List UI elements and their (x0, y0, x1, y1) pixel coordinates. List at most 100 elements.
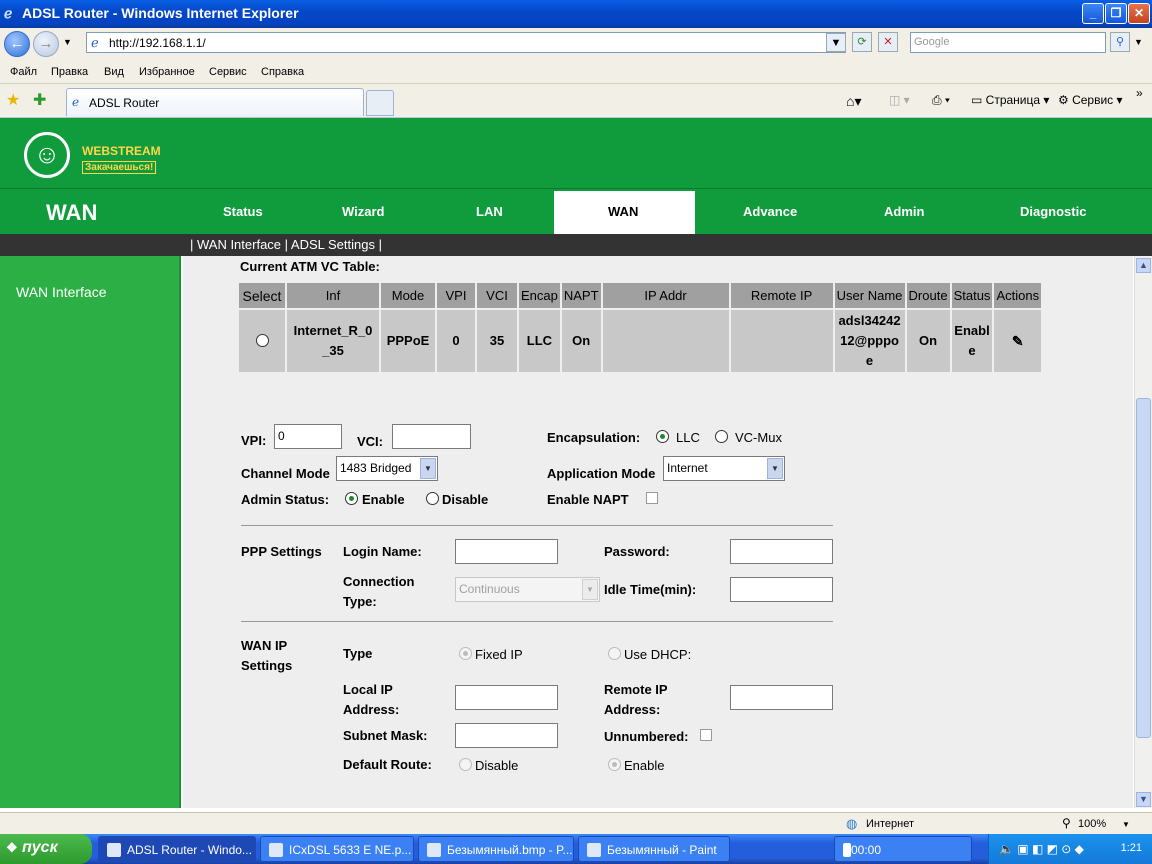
task-adsl-router[interactable]: ADSL Router - Windo... (98, 836, 256, 862)
search-input[interactable]: Google (910, 32, 1106, 53)
vpi-value: 0 (278, 429, 285, 443)
task-icxdsl[interactable]: ICxDSL 5633 E NE.p... (260, 836, 414, 862)
unnumbered-label: Unnumbered: (604, 729, 689, 744)
nav-wan-label: WAN (608, 204, 639, 219)
menu-file[interactable]: Файл (10, 66, 37, 78)
scroll-down-icon[interactable]: ▼ (1136, 792, 1151, 807)
row-select-radio[interactable] (255, 334, 269, 347)
scroll-up-icon[interactable]: ▲ (1136, 258, 1151, 273)
address-dropdown-icon[interactable]: ▼ (826, 33, 846, 52)
cell-encap: LLC (519, 310, 560, 372)
nav-advance[interactable]: Advance (743, 204, 797, 219)
password-input[interactable] (730, 539, 833, 564)
menu-favorites[interactable]: Избранное (139, 66, 195, 78)
vpi-input[interactable]: 0 (274, 424, 342, 449)
feeds-icon[interactable]: ◫ ▾ (889, 93, 910, 107)
use-dhcp-label: Use DHCP: (624, 647, 692, 662)
task-clock[interactable]: 00:00 (834, 836, 972, 862)
login-name-input[interactable] (455, 539, 558, 564)
col-vci: VCI (477, 283, 517, 308)
encap-vcmux-radio[interactable] (715, 430, 728, 443)
default-route-disable-radio[interactable] (459, 758, 472, 771)
remote-ip-input[interactable] (730, 685, 833, 710)
taskbar: ❖ пуск ADSL Router - Windo... ICxDSL 563… (0, 834, 1152, 864)
menu-view[interactable]: Вид (104, 66, 124, 78)
menu-tools[interactable]: Сервис (209, 66, 247, 78)
windows-flag-icon: ❖ (6, 840, 18, 855)
page-menu[interactable]: ▭ Страница ▾ (971, 93, 1049, 107)
stop-icon[interactable]: ✕ (878, 32, 898, 52)
divider (241, 621, 833, 622)
history-dropdown-icon[interactable]: ▼ (63, 37, 72, 47)
encap-llc-label: LLC (676, 430, 700, 445)
maximize-button[interactable]: ❐ (1105, 3, 1127, 24)
cell-status: Enable (951, 310, 993, 372)
search-options-icon[interactable]: ▼ (1134, 37, 1143, 47)
idle-time-input[interactable] (730, 577, 833, 602)
sidebar-item-wan-interface[interactable]: WAN Interface (16, 284, 107, 300)
tab-adsl-router[interactable]: ℯ ADSL Router (66, 88, 364, 116)
cell-vci: 35 (477, 310, 517, 372)
start-button[interactable]: ❖ пуск (0, 834, 92, 864)
zoom-icon[interactable]: ⚲ (1062, 816, 1071, 830)
channel-mode-select[interactable]: 1483 Bridged ▼ (336, 456, 438, 481)
use-dhcp-radio[interactable] (608, 647, 621, 660)
col-napt: NAPT (561, 283, 601, 308)
nav-lan[interactable]: LAN (476, 204, 503, 219)
default-route-enable-radio[interactable] (608, 758, 621, 771)
chevron-down-icon: ▼ (420, 458, 436, 479)
refresh-icon[interactable]: ⟳ (852, 32, 872, 52)
back-button[interactable]: ← (4, 31, 30, 57)
sub-nav-links[interactable]: | WAN Interface | ADSL Settings | (190, 237, 382, 252)
local-ip-input[interactable] (455, 685, 558, 710)
admin-enable-label: Enable (362, 492, 405, 507)
menu-edit[interactable]: Правка (51, 66, 88, 78)
home-icon[interactable]: ⌂▾ (846, 93, 861, 110)
task-paint[interactable]: Безымянный - Paint (578, 836, 730, 862)
close-button[interactable]: ✕ (1128, 3, 1150, 24)
print-icon[interactable]: ⎙ ▾ (932, 93, 950, 108)
new-tab-button[interactable] (366, 90, 394, 116)
page-scrollbar[interactable]: ▲ ▼ (1134, 256, 1152, 808)
chevron-right-icon[interactable]: » (1136, 86, 1143, 100)
table-header-row: Select Inf Mode VPI VCI Encap NAPT IP Ad… (239, 283, 1042, 308)
app-mode-select[interactable]: Internet ▼ (663, 456, 785, 481)
nav-diagnostic[interactable]: Diagnostic (1020, 204, 1086, 219)
task-label: 00:00 (851, 843, 882, 857)
tray-icons[interactable]: 🔈 ▣ ◧ ◩ ⊙ ◆ (999, 842, 1084, 856)
add-favorites-icon[interactable]: ✚ (33, 90, 46, 110)
browser-statusbar: ◍ Интернет ⚲ 100% ▼ (0, 812, 1152, 834)
nav-wan[interactable]: WAN (554, 191, 695, 235)
menu-help[interactable]: Справка (261, 66, 304, 78)
channel-mode-value: 1483 Bridged (340, 461, 412, 475)
connection-type-select[interactable]: Continuous ▼ (455, 577, 600, 602)
nav-status[interactable]: Status (223, 204, 263, 219)
window-titlebar[interactable]: ℯ ADSL Router - Windows Internet Explore… (0, 0, 1152, 28)
admin-enable-radio[interactable] (345, 492, 358, 505)
zoom-level[interactable]: 100% (1078, 818, 1106, 830)
unnumbered-checkbox[interactable] (700, 729, 712, 741)
zoom-dropdown-icon[interactable]: ▼ (1122, 820, 1130, 829)
wan-ip-section-title: WAN IP Settings (241, 638, 293, 673)
forward-button[interactable]: → (33, 31, 59, 57)
minimize-button[interactable]: _ (1082, 3, 1104, 24)
favorites-star-icon[interactable]: ★ (6, 90, 20, 110)
edit-pencil-icon[interactable]: ✎ (1012, 333, 1024, 349)
subnet-mask-input[interactable] (455, 723, 558, 748)
enable-napt-checkbox[interactable] (646, 492, 658, 504)
task-paint-bmp[interactable]: Безымянный.bmp - P... (418, 836, 574, 862)
vci-input[interactable] (392, 424, 471, 449)
search-icon[interactable]: ⚲ (1110, 32, 1130, 52)
encap-llc-radio[interactable] (656, 430, 669, 443)
fixed-ip-radio[interactable] (459, 647, 472, 660)
nav-wizard[interactable]: Wizard (342, 204, 385, 219)
task-label: ADSL Router - Windo... (127, 843, 252, 857)
tools-menu[interactable]: ⚙ Сервис ▾ (1058, 93, 1123, 107)
start-label: пуск (22, 839, 58, 856)
col-encap: Encap (519, 283, 560, 308)
nav-admin[interactable]: Admin (884, 204, 924, 219)
paint-task-icon (587, 843, 601, 857)
scroll-thumb[interactable] (1136, 398, 1151, 738)
address-bar[interactable]: ℯ http://192.168.1.1/ ▼ (86, 32, 846, 53)
admin-disable-radio[interactable] (426, 492, 439, 505)
